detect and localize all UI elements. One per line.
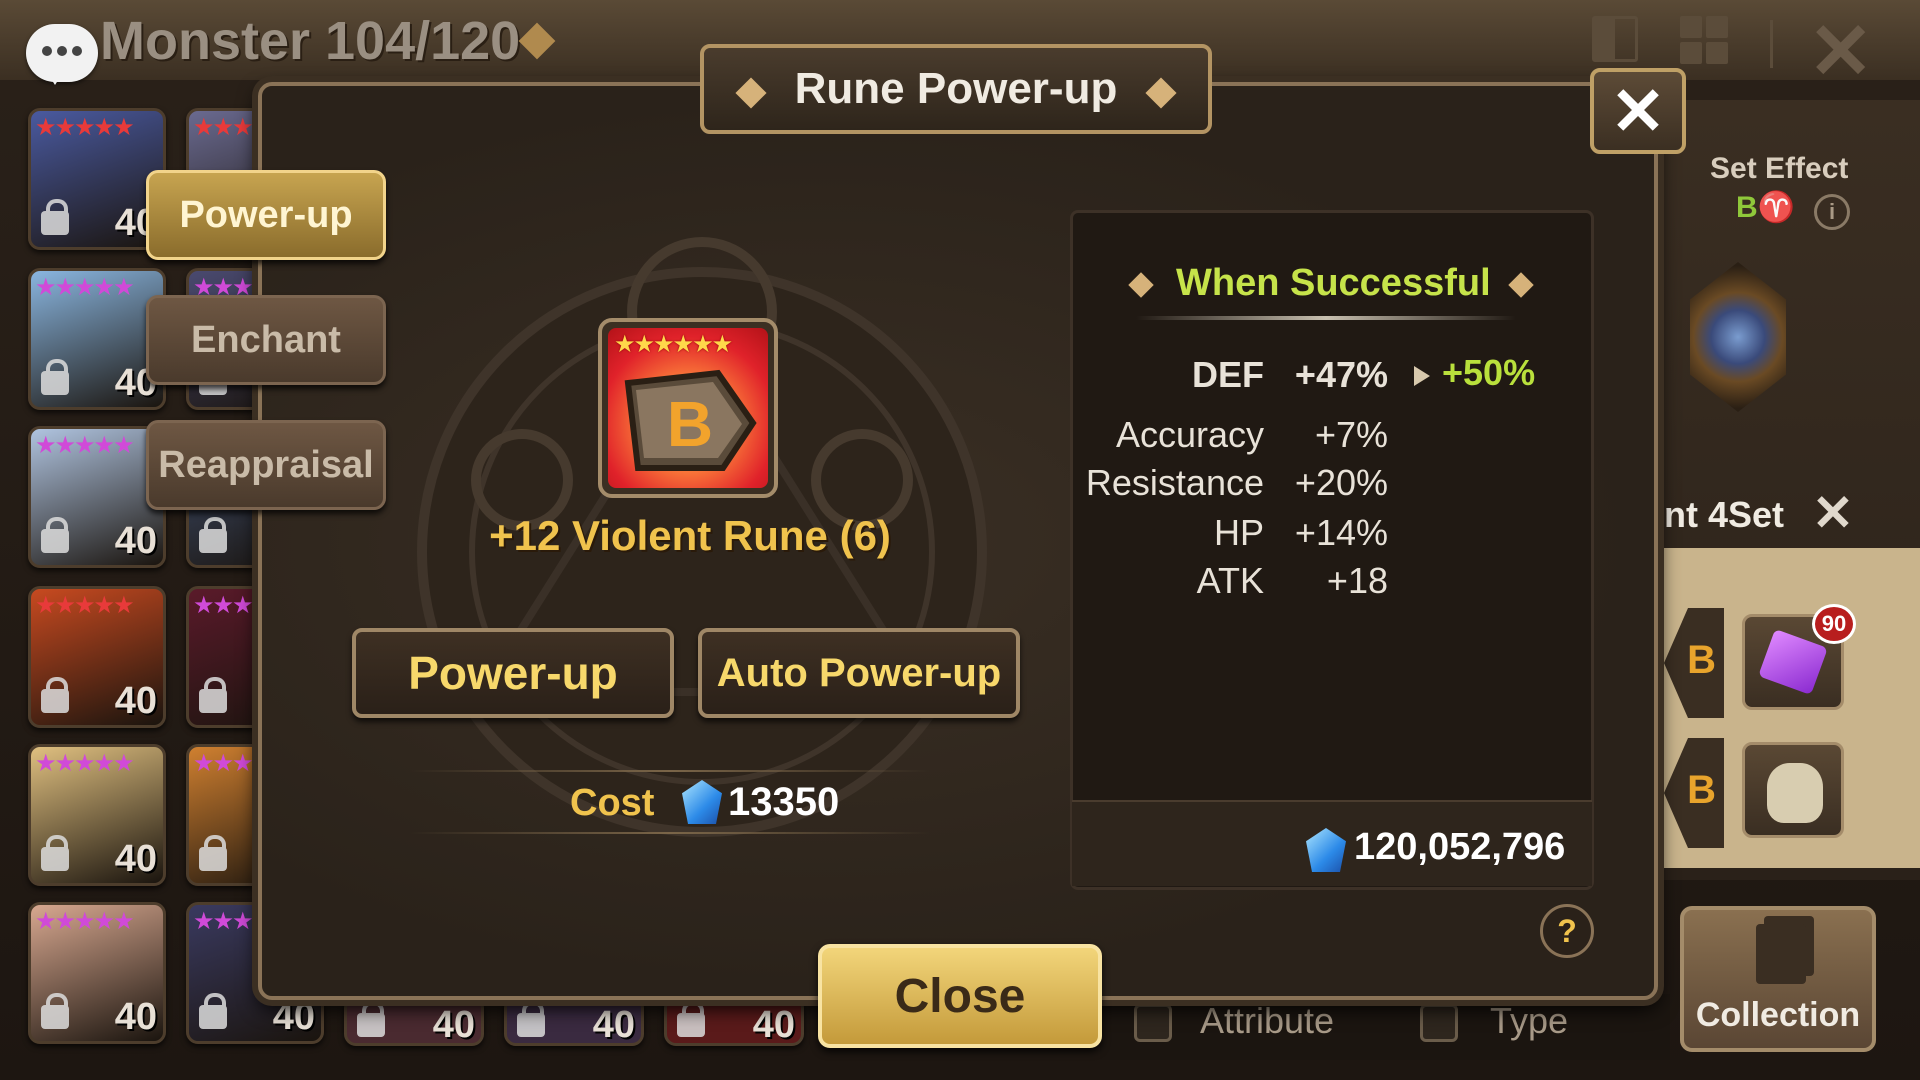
- close-button[interactable]: Close: [818, 944, 1102, 1048]
- grindstone-icon: [1758, 628, 1828, 696]
- chat-icon[interactable]: [26, 24, 98, 85]
- lock-icon: [41, 993, 69, 1029]
- monster-stars: ★★★★★: [35, 114, 135, 141]
- set-effect-icons: B♈: [1736, 191, 1796, 224]
- grid-view-icon[interactable]: [1680, 16, 1728, 64]
- monster-level: 40: [114, 680, 157, 722]
- attribute-label: Attribute: [1200, 1000, 1335, 1041]
- monster-stars: ★★★★★: [35, 750, 135, 777]
- dialog-title: Rune Power-up: [794, 64, 1118, 113]
- monster-stars: ★★★: [193, 592, 254, 619]
- lock-icon: [41, 199, 69, 235]
- diamond-icon: [735, 77, 767, 109]
- monster-level: 40: [272, 996, 315, 1038]
- type-checkbox[interactable]: [1420, 1004, 1458, 1042]
- divider: [1770, 20, 1773, 68]
- rune-glyph: B: [1687, 638, 1716, 682]
- lock-icon: [199, 677, 227, 713]
- monster-card[interactable]: ★★★★★ 40: [28, 902, 166, 1044]
- collection-label: Collection: [1695, 996, 1861, 1034]
- type-label: Type: [1490, 1000, 1569, 1041]
- set-close-icon[interactable]: ✕: [1812, 484, 1854, 542]
- divider: [1136, 316, 1516, 320]
- help-button[interactable]: ?: [1540, 904, 1594, 958]
- tab-enchant[interactable]: Enchant: [146, 295, 386, 385]
- monster-stars: ★★★: [193, 750, 254, 777]
- close-icon[interactable]: ✕: [1808, 6, 1873, 97]
- substat-value: +7%: [1314, 414, 1388, 455]
- cost-value: 13350: [728, 780, 840, 824]
- monster-stars: ★★★★★: [35, 592, 135, 619]
- game-screen: { "header": {"monster_count": "Monster 1…: [0, 0, 1920, 1080]
- lock-icon: [517, 1001, 545, 1037]
- substat-value: +18: [1326, 560, 1388, 601]
- lock-icon: [41, 517, 69, 553]
- collection-icon: [1756, 924, 1806, 984]
- lock-icon: [41, 359, 69, 395]
- monster-level: 40: [114, 838, 157, 880]
- count-badge: 90: [1812, 604, 1856, 644]
- monster-card[interactable]: 40: [664, 996, 804, 1046]
- lock-icon: [677, 1001, 705, 1037]
- lock-icon: [357, 1001, 385, 1037]
- substat-value: +20%: [1294, 462, 1388, 503]
- monster-stars: ★★★★★: [35, 908, 135, 935]
- list-view-icon[interactable]: [1592, 16, 1638, 62]
- monster-level: 40: [114, 996, 157, 1038]
- when-successful-title: When Successful: [1176, 262, 1491, 304]
- main-stat-next: +50%: [1442, 352, 1536, 393]
- lock-icon: [41, 677, 69, 713]
- rune-card: ★★★★★★ B: [598, 318, 778, 498]
- substat-value: +14%: [1294, 512, 1388, 553]
- rune-image: ★★★★★★ B: [608, 328, 768, 488]
- lock-icon: [199, 835, 227, 871]
- powerup-button[interactable]: Power-up: [352, 628, 674, 718]
- monster-count: Monster 104/120: [100, 11, 521, 71]
- tab-reappraisal[interactable]: Reappraisal: [146, 420, 386, 510]
- monster-card[interactable]: ★★★★★ 40: [28, 586, 166, 728]
- cost-label: Cost: [570, 782, 655, 824]
- monster-stars: ★★★★★: [35, 274, 135, 301]
- diamond-icon: [1145, 77, 1177, 109]
- monster-stars: ★★★★★: [35, 432, 135, 459]
- set-effect-label: Set Effect: [1710, 152, 1849, 185]
- monster-card[interactable]: ★★★★★ 40: [28, 744, 166, 886]
- rune-name: +12 Violent Rune (6): [489, 512, 891, 559]
- bag-icon: [1767, 763, 1823, 823]
- svg-text:B: B: [667, 388, 713, 460]
- set-label: nt 4Set: [1664, 494, 1785, 535]
- lock-icon: [41, 835, 69, 871]
- attribute-checkbox[interactable]: [1134, 1004, 1172, 1042]
- auto-powerup-button[interactable]: Auto Power-up: [698, 628, 1020, 718]
- divider: [410, 832, 930, 834]
- info-icon[interactable]: i: [1814, 194, 1850, 230]
- monster-stars: ★★★: [193, 114, 254, 141]
- lock-icon: [199, 993, 227, 1029]
- dialog-title-plate: Rune Power-up: [700, 44, 1212, 134]
- tab-powerup[interactable]: Power-up: [146, 170, 386, 260]
- monster-level: 40: [592, 1004, 635, 1046]
- arrow-right-icon: [1414, 366, 1440, 386]
- divider: [410, 770, 930, 772]
- monster-level: 40: [432, 1004, 475, 1046]
- bag-button[interactable]: [1742, 742, 1844, 838]
- monster-level: 40: [752, 1004, 795, 1046]
- monster-level: 40: [114, 520, 157, 562]
- mana-balance: 120,052,796: [1354, 826, 1566, 868]
- dialog-close-button[interactable]: ✕: [1590, 68, 1686, 154]
- filter-bar: [1100, 994, 1670, 1060]
- rune-glyph: B: [1687, 768, 1716, 812]
- monster-card[interactable]: 40: [344, 996, 484, 1046]
- lock-icon: [199, 517, 227, 553]
- monster-stars: ★★★: [193, 908, 254, 935]
- monster-card[interactable]: 40: [504, 996, 644, 1046]
- violent-rune-icon: B: [624, 369, 757, 471]
- main-stat-current: +47%: [1294, 354, 1388, 395]
